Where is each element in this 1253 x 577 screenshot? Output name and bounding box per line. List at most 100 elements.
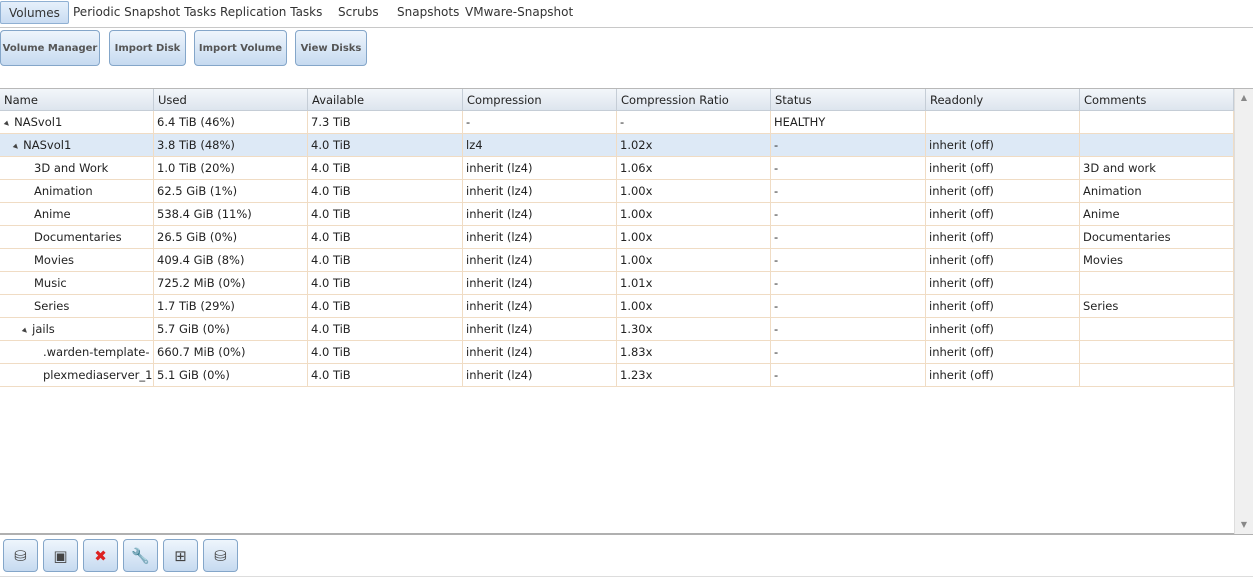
tab-snapshots[interactable]: Snapshots — [397, 1, 459, 24]
table-row[interactable]: Series 1.7 TiB (29%) 4.0 TiB inherit (lz4) 1… — [0, 295, 1234, 318]
cell-available: 7.3 TiB — [308, 111, 463, 133]
volumes-table: Name Used Available Compression Compression … — [0, 88, 1253, 535]
cell-comments: Animation — [1080, 180, 1234, 202]
cell-comments — [1080, 364, 1234, 386]
cell-available: 4.0 TiB — [308, 134, 463, 156]
cell-compression: inherit (lz4) — [463, 157, 617, 179]
cell-used: 538.4 GiB (11%) — [154, 203, 308, 225]
expand-toggle-icon[interactable]: ▲ — [0, 116, 15, 132]
cell-status: - — [771, 134, 926, 156]
cell-readonly: inherit (off) — [926, 226, 1080, 248]
cell-used: 725.2 MiB (0%) — [154, 272, 308, 294]
cell-compression: inherit (lz4) — [463, 364, 617, 386]
dataset-name: Series — [34, 299, 70, 313]
cell-ratio: 1.00x — [617, 180, 771, 202]
cell-readonly: inherit (off) — [926, 203, 1080, 225]
tab-vmware-snapshot[interactable]: VMware-Snapshot — [465, 1, 573, 24]
vertical-scrollbar[interactable]: ▲ ▼ — [1234, 89, 1253, 534]
scroll-up-icon[interactable]: ▲ — [1235, 89, 1253, 107]
dataset-name: Music — [34, 276, 67, 290]
dataset-name: NASvol1 — [23, 138, 72, 152]
cell-compression: inherit (lz4) — [463, 341, 617, 363]
cell-comments — [1080, 318, 1234, 340]
create-dataset-button[interactable]: ⊞ — [163, 539, 198, 572]
dataset-name: NASvol1 — [14, 115, 63, 129]
cell-available: 4.0 TiB — [308, 341, 463, 363]
table-row[interactable]: Movies 409.4 GiB (8%) 4.0 TiB inherit (lz4)… — [0, 249, 1234, 272]
create-dataset-icon: ⊞ — [174, 546, 187, 565]
cell-name: Series — [0, 295, 154, 317]
dataset-name: Anime — [34, 207, 71, 221]
cell-comments — [1080, 272, 1234, 294]
cell-readonly: inherit (off) — [926, 272, 1080, 294]
change-passphrase-button[interactable]: ⛁ — [3, 539, 38, 572]
destroy-volume-icon: ✖ — [94, 546, 107, 565]
cell-compression: lz4 — [463, 134, 617, 156]
cell-status: - — [771, 364, 926, 386]
view-disks-button[interactable]: View Disks — [295, 30, 367, 66]
cell-readonly: inherit (off) — [926, 180, 1080, 202]
cell-name: ▲ jails — [0, 318, 154, 340]
cell-readonly: inherit (off) — [926, 295, 1080, 317]
edit-options-button[interactable]: 🔧 — [123, 539, 158, 572]
edit-options-icon: 🔧 — [131, 546, 150, 565]
import-volume-button[interactable]: Import Volume — [194, 30, 287, 66]
create-zvol-button[interactable]: ▣ — [43, 539, 78, 572]
cell-readonly: inherit (off) — [926, 364, 1080, 386]
cell-used: 409.4 GiB (8%) — [154, 249, 308, 271]
dataset-name: plexmediaserver_1 — [43, 368, 153, 382]
table-row[interactable]: .warden-template- 660.7 MiB (0%) 4.0 TiB in… — [0, 341, 1234, 364]
cell-available: 4.0 TiB — [308, 295, 463, 317]
cell-compression: inherit (lz4) — [463, 180, 617, 202]
column-header-ratio[interactable]: Compression Ratio — [617, 89, 771, 111]
column-header-compression[interactable]: Compression — [463, 89, 617, 111]
bottom-toolbar: ⛁ ▣ ✖ 🔧 ⊞ ⛁ — [0, 536, 1253, 577]
volume-manager-button[interactable]: Volume Manager — [0, 30, 100, 66]
column-header-readonly[interactable]: Readonly — [926, 89, 1080, 111]
expand-toggle-icon[interactable]: ▲ — [8, 139, 24, 155]
cell-available: 4.0 TiB — [308, 203, 463, 225]
table-row[interactable]: Animation 62.5 GiB (1%) 4.0 TiB inherit (lz… — [0, 180, 1234, 203]
table-row[interactable]: ▲ NASvol1 3.8 TiB (48%) 4.0 TiB lz4 1.02x - inh… — [0, 134, 1234, 157]
table-row[interactable]: Documentaries 26.5 GiB (0%) 4.0 TiB inherit… — [0, 226, 1234, 249]
cell-available: 4.0 TiB — [308, 226, 463, 248]
expand-toggle-icon[interactable]: ▲ — [17, 323, 33, 339]
cell-comments — [1080, 111, 1234, 133]
cell-used: 1.0 TiB (20%) — [154, 157, 308, 179]
cell-comments: Series — [1080, 295, 1234, 317]
table-row[interactable]: 3D and Work 1.0 TiB (20%) 4.0 TiB inherit (… — [0, 157, 1234, 180]
cell-ratio: 1.06x — [617, 157, 771, 179]
cell-status: - — [771, 341, 926, 363]
table-row[interactable]: Music 725.2 MiB (0%) 4.0 TiB inherit (lz4) 1… — [0, 272, 1234, 295]
cell-readonly: inherit (off) — [926, 134, 1080, 156]
tab-scrubs[interactable]: Scrubs — [338, 1, 379, 24]
cell-available: 4.0 TiB — [308, 157, 463, 179]
cell-available: 4.0 TiB — [308, 249, 463, 271]
table-row[interactable]: plexmediaserver_1 5.1 GiB (0%) 4.0 TiB inhe… — [0, 364, 1234, 387]
cell-used: 1.7 TiB (29%) — [154, 295, 308, 317]
cell-readonly: inherit (off) — [926, 249, 1080, 271]
column-header-used[interactable]: Used — [154, 89, 308, 111]
tab-volumes[interactable]: Volumes — [0, 1, 69, 24]
destroy-volume-button[interactable]: ✖ — [83, 539, 118, 572]
column-header-name[interactable]: Name — [0, 89, 154, 111]
cell-available: 4.0 TiB — [308, 364, 463, 386]
cell-compression: inherit (lz4) — [463, 272, 617, 294]
cell-status: - — [771, 272, 926, 294]
cell-comments — [1080, 134, 1234, 156]
tab-replication-tasks[interactable]: Replication Tasks — [220, 1, 322, 24]
column-header-comments[interactable]: Comments — [1080, 89, 1234, 111]
cell-status: - — [771, 203, 926, 225]
table-row[interactable]: ▲ NASvol1 6.4 TiB (46%) 7.3 TiB - - HEALTHY — [0, 111, 1234, 134]
cell-ratio: 1.23x — [617, 364, 771, 386]
cell-status: - — [771, 295, 926, 317]
table-row[interactable]: Anime 538.4 GiB (11%) 4.0 TiB inherit (lz4)… — [0, 203, 1234, 226]
import-disk-button[interactable]: Import Disk — [109, 30, 186, 66]
tab-periodic-snapshot-tasks[interactable]: Periodic Snapshot Tasks — [73, 1, 216, 24]
cell-comments: Movies — [1080, 249, 1234, 271]
volume-status-button[interactable]: ⛁ — [203, 539, 238, 572]
scroll-down-icon[interactable]: ▼ — [1235, 516, 1253, 534]
table-row[interactable]: ▲ jails 5.7 GiB (0%) 4.0 TiB inherit (lz4) 1.… — [0, 318, 1234, 341]
column-header-status[interactable]: Status — [771, 89, 926, 111]
column-header-available[interactable]: Available — [308, 89, 463, 111]
